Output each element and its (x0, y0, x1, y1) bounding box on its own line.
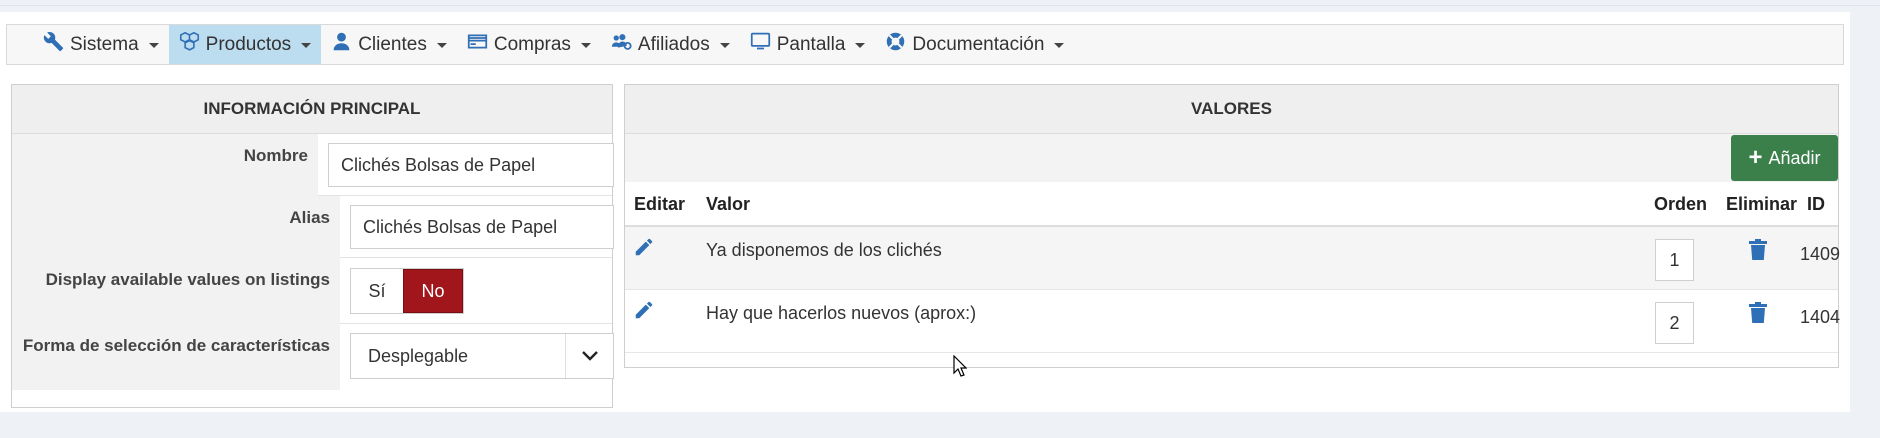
forma-field-wrapper: Desplegable (340, 324, 614, 390)
nav-label: Compras (493, 33, 571, 55)
display-field-wrapper: Sí No (340, 258, 612, 323)
alias-input[interactable] (350, 205, 614, 249)
cubes-icon (179, 31, 200, 58)
nombre-row: Nombre (12, 134, 614, 196)
caret-down-icon (148, 43, 159, 48)
life-ring-icon (885, 31, 906, 58)
display-label: Display available values on listings (12, 258, 340, 324)
nav-item-clientes[interactable]: Clientes (321, 25, 457, 64)
nav-item-pantalla[interactable]: Pantalla (740, 25, 876, 64)
col-id: ID (1807, 194, 1825, 214)
add-row: + Añadir (625, 134, 1838, 182)
col-valor: Valor (706, 194, 751, 214)
id-text: 1404 (1800, 307, 1841, 327)
info-principal-heading: INFORMACIÓN PRINCIPAL (12, 85, 612, 134)
col-eliminar: Eliminar (1726, 194, 1798, 214)
alias-row: Alias (12, 196, 614, 258)
display-row: Display available values on listings Sí … (12, 258, 612, 324)
pencil-icon[interactable] (633, 236, 655, 258)
alias-field-wrapper (340, 196, 614, 257)
nav-item-compras[interactable]: Compras (457, 25, 601, 64)
users-cog-icon (611, 31, 632, 58)
toggle-si-button[interactable]: Sí (351, 269, 403, 313)
alias-label: Alias (12, 196, 340, 258)
nav-label: Afiliados (637, 33, 710, 55)
add-button-label: Añadir (1768, 147, 1821, 168)
orden-input[interactable]: 2 (1655, 302, 1694, 344)
forma-label: Forma de selección de características (12, 324, 340, 390)
table-row: Ya disponemos de los clichés 1 1409 (625, 227, 1841, 290)
monitor-icon (750, 31, 771, 58)
id-text: 1409 (1800, 244, 1841, 264)
caret-down-icon (855, 43, 866, 48)
top-strip (0, 0, 1880, 6)
nombre-label: Nombre (12, 134, 318, 196)
info-principal-panel: INFORMACIÓN PRINCIPAL Nombre Alias Displ… (11, 84, 614, 408)
nav-label: Documentación (912, 33, 1045, 55)
add-value-button[interactable]: + Añadir (1731, 135, 1838, 181)
col-editar: Editar (634, 194, 686, 214)
table-row: Hay que hacerlos nuevos (aprox:) 2 1404 (625, 290, 1841, 353)
nav-label: Pantalla (776, 33, 846, 55)
nav-item-productos[interactable]: Productos (168, 25, 322, 64)
valor-text: Hay que hacerlos nuevos (aprox:) (706, 303, 977, 323)
forma-select-value: Desplegable (368, 345, 469, 366)
nombre-input[interactable] (328, 143, 614, 187)
nombre-field-wrapper (318, 134, 614, 195)
nav-item-afiliados[interactable]: Afiliados (601, 25, 740, 64)
caret-down-icon (436, 43, 447, 48)
caret-down-icon (301, 43, 312, 48)
mouse-cursor-icon (953, 354, 968, 382)
forma-select[interactable]: Desplegable (350, 333, 614, 379)
wrench-icon (43, 31, 64, 58)
trash-icon[interactable] (1748, 302, 1768, 324)
caret-down-icon (719, 43, 730, 48)
orden-input[interactable]: 1 (1655, 239, 1694, 281)
nav-item-documentacion[interactable]: Documentación (875, 25, 1074, 64)
nav-label: Sistema (70, 33, 139, 55)
nav-label: Clientes (358, 33, 427, 55)
trash-icon[interactable] (1748, 239, 1768, 261)
forma-row: Forma de selección de características De… (12, 324, 614, 390)
valores-panel: VALORES + Añadir Editar Valor Orden Elim… (624, 84, 1841, 368)
valores-table-header: Editar Valor Orden Eliminar ID (625, 182, 1838, 227)
display-toggle: Sí No (350, 268, 464, 314)
user-icon (331, 31, 352, 58)
valor-text: Ya disponemos de los clichés (706, 240, 942, 260)
chevron-down-icon (565, 334, 613, 378)
col-orden: Orden (1654, 194, 1708, 214)
toggle-no-button[interactable]: No (403, 269, 463, 313)
pencil-icon[interactable] (633, 299, 655, 321)
caret-down-icon (580, 43, 591, 48)
plus-icon: + (1748, 144, 1763, 171)
main-navbar: Sistema Productos Clientes Compras Afili… (6, 24, 1844, 65)
nav-label: Productos (205, 33, 292, 55)
credit-card-icon (467, 31, 488, 58)
nav-item-sistema[interactable]: Sistema (33, 25, 169, 64)
valores-heading: VALORES (625, 85, 1838, 134)
caret-down-icon (1054, 43, 1065, 48)
